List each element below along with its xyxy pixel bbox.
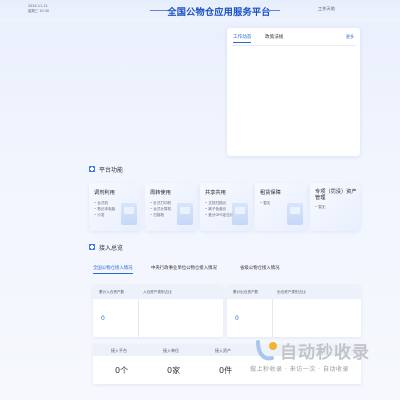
summary-value: 0家: [167, 366, 181, 375]
card-title: 租赁保障: [260, 190, 281, 196]
card-item: 沙发: [94, 212, 115, 218]
tab-work-news[interactable]: 工作动态: [233, 34, 252, 43]
card-title: 调剂利用: [94, 190, 115, 196]
summary-header: 接入资产: [215, 348, 231, 353]
tab-provincial[interactable]: 省级公物仓接入情况: [240, 265, 280, 271]
card-item: 扫描枪: [150, 212, 171, 218]
title-banner: 全国公物仓应用服务平台: [150, 0, 280, 22]
tab-national[interactable]: 全国公物仓接入情况: [93, 265, 133, 274]
summary-header: 接入单位: [163, 348, 179, 353]
card-item: 暂无: [315, 204, 325, 210]
cart-illustration-icon: [177, 203, 193, 225]
stat-divider: [272, 299, 273, 337]
card-lease[interactable]: 租赁保障 暂无: [255, 183, 307, 231]
access-section-title: 接入总览: [99, 245, 124, 252]
stat-box-in: 累计入仓资产数 入仓资产类别占比 0: [93, 285, 223, 337]
stat-head-left: 累计入仓资产数: [99, 290, 125, 294]
weekday-text: 星期三 10:30: [28, 9, 50, 13]
date-time: 2024-11-12 星期三 10:30: [28, 4, 49, 14]
stat-head: 累计出仓资产数 出仓资产类别占比: [227, 285, 361, 299]
platform-section-title: 平台功能: [99, 167, 124, 174]
card-special[interactable]: 专项（罚没）资产管理 暂无: [310, 183, 360, 231]
tab-central[interactable]: 中央行政事业单位公物仓接入情况: [151, 265, 217, 271]
card-item: 差分GPS定位仪: [205, 212, 233, 218]
tab-divider: [231, 45, 356, 46]
work-link[interactable]: 工作天地: [318, 6, 335, 12]
stat-head-right: 入仓资产类别占比: [143, 290, 172, 294]
access-tabs: 全国公物仓接入情况 中央行政事业单位公物仓接入情况 省级公物仓接入情况: [89, 262, 361, 274]
access-section-icon: [89, 244, 95, 250]
card-title: 周转使用: [150, 190, 171, 196]
stat-divider: [138, 299, 139, 337]
more-link[interactable]: 更多: [346, 34, 354, 40]
card-title: 共享共用: [205, 190, 226, 196]
summary-head: 接入平台 接入单位 接入资产: [93, 344, 361, 356]
news-panel: 工作动态 政策法规 更多: [227, 28, 360, 156]
access-summary: 接入平台 接入单位 接入资产 0个 0家 0件: [93, 344, 361, 384]
card-turnover[interactable]: 周转使用 针式打印机 台式计算机 扫描枪: [145, 183, 197, 231]
tab-policy[interactable]: 政策法规: [265, 34, 283, 40]
summary-header: 接入平台: [111, 348, 127, 353]
stat-box-out: 累计出仓资产数 出仓资产类别占比 0: [227, 285, 361, 337]
top-bar: 2024-11-12 星期三 10:30 全国公物仓应用服务平台 工作天地: [0, 0, 400, 22]
summary-value: 0件: [219, 366, 233, 375]
card-title: 专项（罚没）资产管理: [315, 189, 357, 201]
card-reallocate[interactable]: 调剂利用 台式机 笔记本电脑 沙发: [89, 183, 141, 231]
computer-illustration-icon: [121, 203, 137, 225]
stat-head: 累计入仓资产数 入仓资产类别占比: [93, 285, 223, 299]
phone-illustration-icon: [287, 203, 303, 225]
stat-value: 0: [235, 315, 239, 322]
summary-value: 0个: [115, 366, 129, 375]
stat-value: 0: [101, 315, 105, 322]
page-title: 全国公物仓应用服务平台: [167, 7, 271, 18]
share-illustration-icon: [232, 203, 248, 225]
platform-section-icon: [89, 166, 95, 172]
stat-head-right: 出仓资产类别占比: [277, 290, 306, 294]
stat-head-left: 累计出仓资产数: [233, 290, 259, 294]
card-share[interactable]: 共享共用 文档扫描仪 离子色谱仪 差分GPS定位仪: [200, 183, 252, 231]
title-deco-right: [262, 10, 280, 11]
card-item: 暂无: [260, 200, 270, 206]
